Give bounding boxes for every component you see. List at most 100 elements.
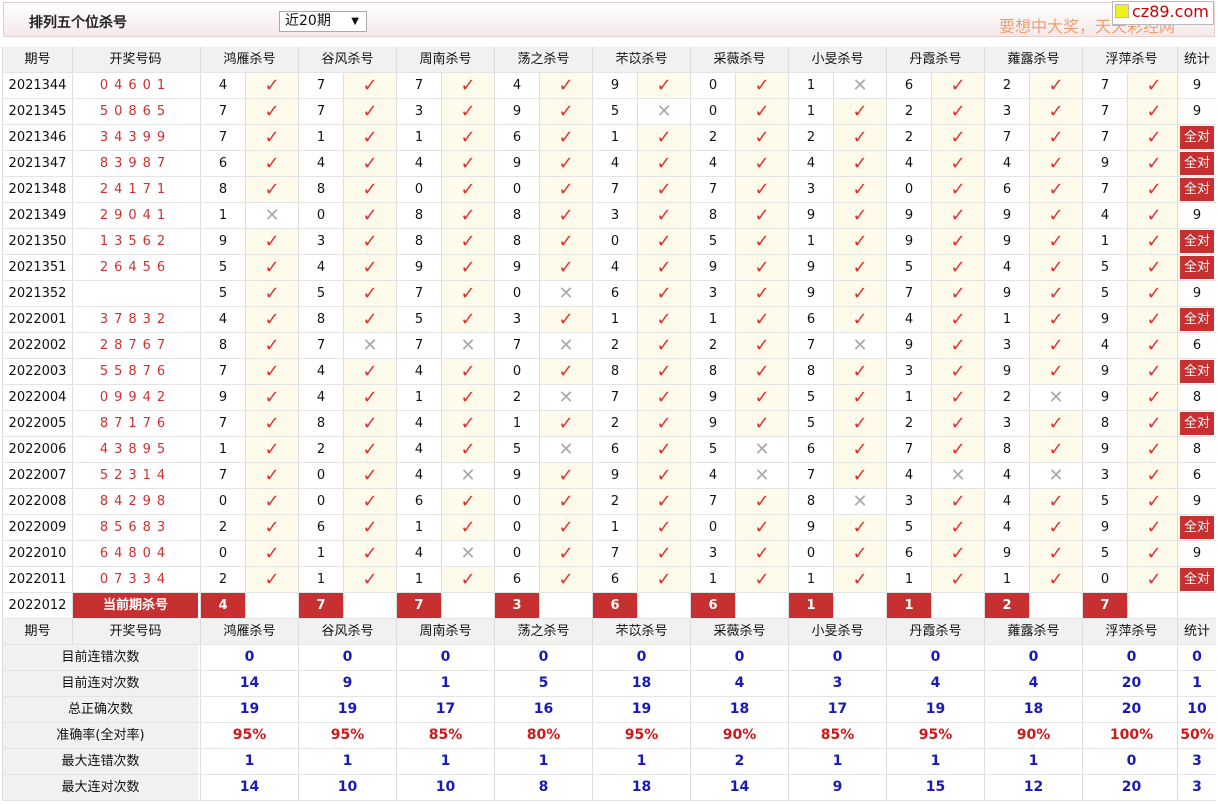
check-icon: ✓	[754, 413, 770, 434]
draw-number-cell: 09942	[72, 385, 198, 410]
kill-number-cell: 1	[886, 567, 931, 592]
kill-number-cell: 7	[788, 333, 833, 358]
stats-value: 90%	[690, 723, 788, 748]
hit-cell: ✓	[833, 359, 886, 384]
miss-cell: ✕	[1029, 385, 1082, 410]
kill-number-cell: 6	[494, 125, 539, 150]
site-logo[interactable]: cz89.com	[1112, 1, 1214, 25]
hit-cell: ✓	[1127, 437, 1180, 462]
kill-number-cell: 1	[1082, 229, 1127, 254]
kill-number-cell: 7	[298, 99, 343, 124]
period-select[interactable]: 近20期 ▼	[279, 11, 367, 32]
hit-cell: ✓	[735, 203, 788, 228]
kill-number-cell: 9	[690, 385, 735, 410]
kill-number-cell: 7	[690, 489, 735, 514]
check-icon: ✓	[362, 439, 378, 460]
hit-cell: ✓	[637, 515, 690, 540]
hit-cell: ✓	[441, 229, 494, 254]
stats-value: 0	[690, 645, 788, 670]
hit-cell: ✓	[735, 333, 788, 358]
hit-cell: ✓	[1127, 125, 1180, 150]
stats-value: 85%	[788, 723, 886, 748]
check-icon: ✓	[460, 569, 476, 590]
stats-value: 85%	[396, 723, 494, 748]
check-icon: ✓	[950, 283, 966, 304]
hit-cell: ✓	[1127, 73, 1180, 98]
cross-icon: ✕	[362, 335, 378, 356]
stat-value: 6	[1192, 468, 1202, 483]
hit-cell: ✓	[735, 229, 788, 254]
kill-number-cell: 9	[984, 203, 1029, 228]
hit-cell: ✓	[931, 333, 984, 358]
hit-cell: ✓	[1029, 203, 1082, 228]
stats-label: 最大连对次数	[2, 775, 198, 800]
check-icon: ✓	[1048, 517, 1064, 538]
check-icon: ✓	[1048, 75, 1064, 96]
check-icon: ✓	[264, 517, 280, 538]
hit-cell: ✓	[931, 203, 984, 228]
table-row: 2021351 26456 5 ✓ 4 ✓ 9 ✓ 9 ✓ 4 ✓ 9 ✓ 9 ✓ 5 ✓ 4 ✓ 5 ✓ 全对	[2, 255, 1216, 281]
kill-number-cell: 9	[690, 411, 735, 436]
stats-label: 总正确次数	[2, 697, 198, 722]
miss-cell: ✕	[441, 541, 494, 566]
kill-number-cell: 9	[494, 463, 539, 488]
check-icon: ✓	[558, 205, 574, 226]
kill-number-cell: 7	[690, 177, 735, 202]
hit-cell: ✓	[1029, 515, 1082, 540]
hit-cell: ✓	[441, 99, 494, 124]
cross-icon: ✕	[558, 283, 574, 304]
hit-cell: ✓	[245, 307, 298, 332]
logo-square-icon	[1115, 4, 1129, 18]
hit-cell: ✓	[441, 203, 494, 228]
kill-number-cell: 5	[886, 515, 931, 540]
check-icon: ✓	[460, 101, 476, 122]
hit-cell: ✓	[931, 125, 984, 150]
hit-cell: ✓	[1127, 333, 1180, 358]
kill-number-cell: 9	[200, 385, 245, 410]
stats-label: 目前连错次数	[2, 645, 198, 670]
all-right-badge: 全对	[1180, 126, 1214, 149]
miss-cell: ✕	[539, 333, 592, 358]
check-icon: ✓	[656, 283, 672, 304]
kill-number-cell: 5	[1082, 255, 1127, 280]
kill-number-cell: 5	[494, 437, 539, 462]
kill-number-cell: 0	[396, 177, 441, 202]
stats-value: 14	[690, 775, 788, 800]
kill-number-cell: 7	[788, 463, 833, 488]
check-icon: ✓	[558, 75, 574, 96]
hit-cell: ✓	[343, 463, 396, 488]
kill-number-cell: 7	[592, 177, 637, 202]
hit-cell: ✓	[1127, 99, 1180, 124]
check-icon: ✓	[852, 127, 868, 148]
hit-cell: ✓	[441, 151, 494, 176]
hit-cell: ✓	[735, 385, 788, 410]
kill-number-cell: 1	[298, 541, 343, 566]
table-row: 2021352 5 ✓ 5 ✓ 7 ✓ 0 ✕ 6 ✓ 3 ✓ 9 ✓ 7 ✓ 9 ✓ 5 ✓ 9	[2, 281, 1216, 307]
kill-number-cell: 0	[200, 541, 245, 566]
draw-number-cell	[72, 281, 198, 306]
stats-value: 1	[886, 749, 984, 774]
check-icon: ✓	[656, 491, 672, 512]
kill-number-cell: 7	[298, 73, 343, 98]
hit-cell: ✓	[931, 177, 984, 202]
kill-number-cell: 3	[886, 489, 931, 514]
hit-cell: ✓	[1029, 489, 1082, 514]
cross-icon: ✕	[264, 205, 280, 226]
stat-value: 9	[1192, 546, 1202, 561]
cross-icon: ✕	[460, 543, 476, 564]
hit-cell: ✓	[245, 437, 298, 462]
check-icon: ✓	[656, 153, 672, 174]
kill-number-cell: 9	[984, 541, 1029, 566]
check-icon: ✓	[362, 179, 378, 200]
hit-cell: ✓	[539, 489, 592, 514]
hit-cell: ✓	[245, 411, 298, 436]
kill-number-cell: 9	[200, 229, 245, 254]
check-icon: ✓	[1048, 335, 1064, 356]
kill-number-cell: 2	[298, 437, 343, 462]
col-header-draw: 开奖号码	[72, 619, 198, 644]
kill-number-cell: 9	[886, 203, 931, 228]
hit-cell: ✓	[539, 359, 592, 384]
kill-number-cell: 9	[494, 255, 539, 280]
stats-value: 14	[200, 671, 298, 696]
period-cell: 2021350	[2, 229, 72, 254]
